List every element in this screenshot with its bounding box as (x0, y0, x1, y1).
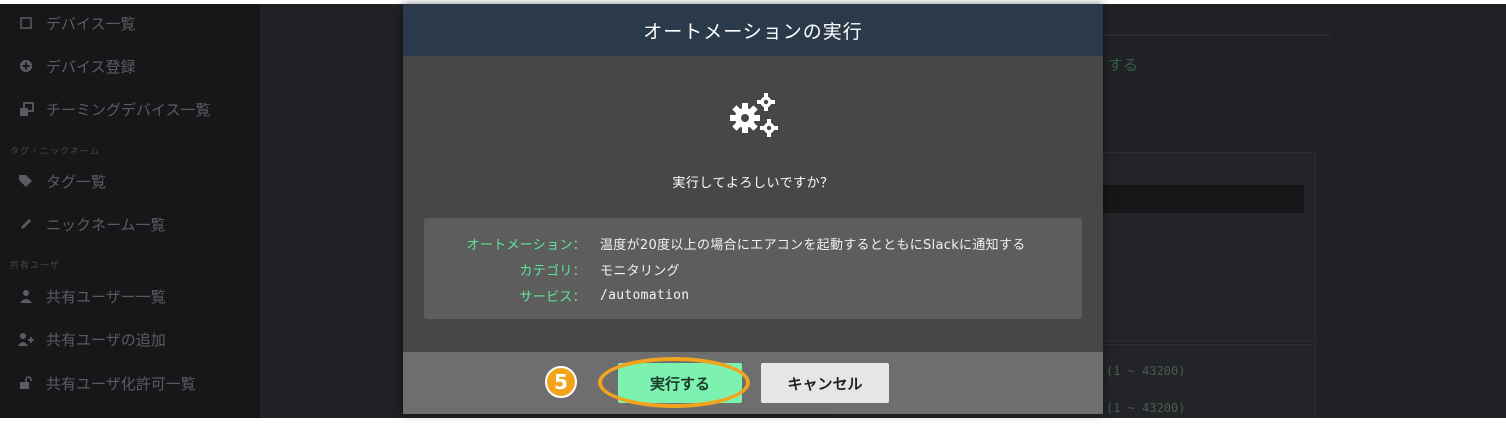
background-range-text: (1 ~ 43200) (1106, 401, 1186, 415)
background-link[interactable]: する (1108, 54, 1138, 75)
sidebar-item-teaming-devices[interactable]: チーミングデバイス一覧 (18, 94, 211, 124)
square-icon (18, 15, 34, 31)
tags-icon (18, 173, 34, 189)
user-icon (18, 288, 34, 304)
detail-value: /automation (600, 287, 690, 303)
detail-row-automation: オートメーション： 温度が20度以上の場合にエアコンを起動するとともにSlack… (424, 232, 1082, 254)
sidebar-item-label: 共有ユーザー一覧 (46, 287, 166, 306)
automation-details: オートメーション： 温度が20度以上の場合にエアコンを起動するとともにSlack… (424, 218, 1082, 319)
step-badge: 5 (545, 366, 577, 398)
automation-execute-dialog: オートメーションの実行 実行してよろしいですか？ オートメーション： 温度が20… (403, 4, 1103, 414)
sidebar-item-label: 共有ユーザの追加 (46, 330, 166, 349)
sidebar: デバイス一覧 デバイス登録 チーミングデバイス一覧 タグ・ニックネーム タグ一覧 (0, 4, 260, 418)
sidebar-item-label: 共有ユーザ化許可一覧 (46, 374, 196, 393)
detail-label: サービス： (519, 289, 586, 305)
sidebar-section-shared-users: 共有ユーザ (10, 261, 60, 271)
sidebar-item-label: ニックネーム一覧 (46, 215, 166, 234)
sidebar-item-label: デバイス一覧 (46, 14, 136, 33)
detail-value: 温度が20度以上の場合にエアコンを起動するとともにSlackに通知する (600, 237, 1026, 253)
clone-icon (18, 101, 34, 117)
detail-label: オートメーション： (466, 237, 586, 253)
sidebar-section-tags: タグ・ニックネーム (10, 147, 100, 157)
plus-circle-icon (18, 58, 34, 74)
execute-button[interactable]: 実行する (618, 363, 742, 403)
detail-value: モニタリング (600, 263, 680, 279)
sidebar-item-shared-users[interactable]: 共有ユーザー一覧 (18, 281, 166, 311)
pencil-icon (18, 216, 34, 232)
sidebar-item-label: デバイス登録 (46, 57, 136, 76)
sidebar-item-add-shared-user[interactable]: 共有ユーザの追加 (18, 324, 166, 354)
detail-label: カテゴリ： (519, 263, 586, 279)
detail-row-category: カテゴリ： モニタリング (424, 258, 1082, 280)
user-plus-icon (18, 331, 34, 347)
confirm-question: 実行してよろしいですか？ (672, 176, 834, 191)
cancel-button[interactable]: キャンセル (761, 363, 889, 403)
sidebar-item-shared-user-permissions[interactable]: 共有ユーザ化許可一覧 (18, 368, 196, 398)
sidebar-item-label: タグ一覧 (46, 172, 107, 191)
sidebar-item-device-register[interactable]: デバイス登録 (18, 51, 136, 81)
gears-icon (725, 88, 781, 144)
detail-row-service: サービス： /automation (424, 284, 1082, 306)
sidebar-item-nicknames[interactable]: ニックネーム一覧 (18, 209, 166, 239)
sidebar-item-device-list[interactable]: デバイス一覧 (18, 8, 136, 38)
background-table-header (1100, 185, 1304, 213)
dialog-header: オートメーションの実行 (403, 4, 1103, 56)
sidebar-item-label: チーミングデバイス一覧 (46, 100, 211, 119)
sidebar-item-tags[interactable]: タグ一覧 (18, 166, 106, 196)
dialog-footer: 5 実行する キャンセル (403, 352, 1103, 414)
unlock-icon (18, 375, 34, 391)
background-range-text: (1 ~ 43200) (1106, 364, 1186, 378)
dialog-title: オートメーションの実行 (643, 20, 863, 43)
